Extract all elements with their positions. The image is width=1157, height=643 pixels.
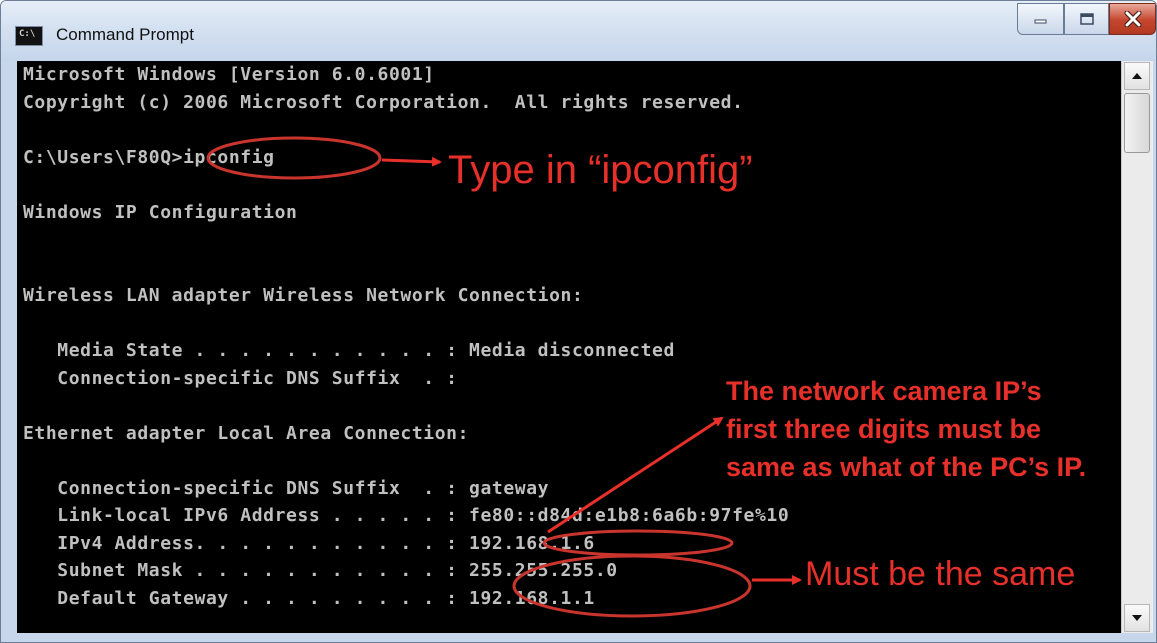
minimize-icon: [1034, 19, 1046, 24]
scroll-down-button[interactable]: [1124, 604, 1150, 632]
console-line-command: C:\Users\F80Q>ipconfig: [23, 147, 275, 168]
annotation-note: The network camera IP’s first three digi…: [726, 372, 1086, 486]
console-line: Windows IP Configuration: [23, 202, 298, 223]
annotation-must-be-same: Must be the same: [805, 555, 1076, 593]
console-line-subnet: Subnet Mask . . . . . . . . . . . : 255.…: [23, 560, 618, 581]
annotation-note-line: first three digits must be: [726, 414, 1042, 444]
maximize-icon: [1079, 13, 1094, 25]
console-output[interactable]: Microsoft Windows [Version 6.0.6001] Cop…: [17, 61, 1121, 633]
annotation-type-in: Type in “ipconfig”: [448, 148, 753, 192]
close-icon: [1124, 11, 1141, 27]
cmd-icon[interactable]: C:\: [15, 26, 43, 46]
console-line: Link-local IPv6 Address . . . . . : fe80…: [23, 505, 790, 526]
close-button[interactable]: [1109, 3, 1156, 35]
console-line: Connection-specific DNS Suffix . :: [23, 368, 458, 389]
scroll-up-arrow-icon: [1132, 73, 1142, 79]
annotation-note-line: same as what of the PC’s IP.: [726, 452, 1087, 482]
console-line: Ethernet adapter Local Area Connection:: [23, 423, 470, 444]
maximize-button[interactable]: [1064, 3, 1109, 35]
command-prompt-window: C:\ Command Prompt Microsoft Windows [Ve…: [0, 0, 1157, 643]
title-bar[interactable]: C:\ Command Prompt: [1, 1, 1156, 61]
annotation-note-line: The network camera IP’s: [726, 376, 1042, 406]
vertical-scrollbar[interactable]: [1121, 61, 1153, 633]
console-line: Media State . . . . . . . . . . . : Medi…: [23, 340, 675, 361]
window-title: Command Prompt: [56, 25, 194, 44]
minimize-button[interactable]: [1017, 3, 1064, 35]
scroll-down-arrow-icon: [1132, 615, 1142, 621]
scrollbar-thumb[interactable]: [1124, 93, 1150, 153]
scroll-up-button[interactable]: [1124, 62, 1150, 90]
console-line: Wireless LAN adapter Wireless Network Co…: [23, 285, 584, 306]
console-line-ipv4: IPv4 Address. . . . . . . . . . . : 192.…: [23, 533, 595, 554]
console-line: Copyright (c) 2006 Microsoft Corporation…: [23, 92, 744, 113]
console-line: Microsoft Windows [Version 6.0.6001]: [23, 64, 435, 85]
console-line-gateway: Default Gateway . . . . . . . . . : 192.…: [23, 588, 595, 609]
console-line: Connection-specific DNS Suffix . : gatew…: [23, 478, 550, 499]
